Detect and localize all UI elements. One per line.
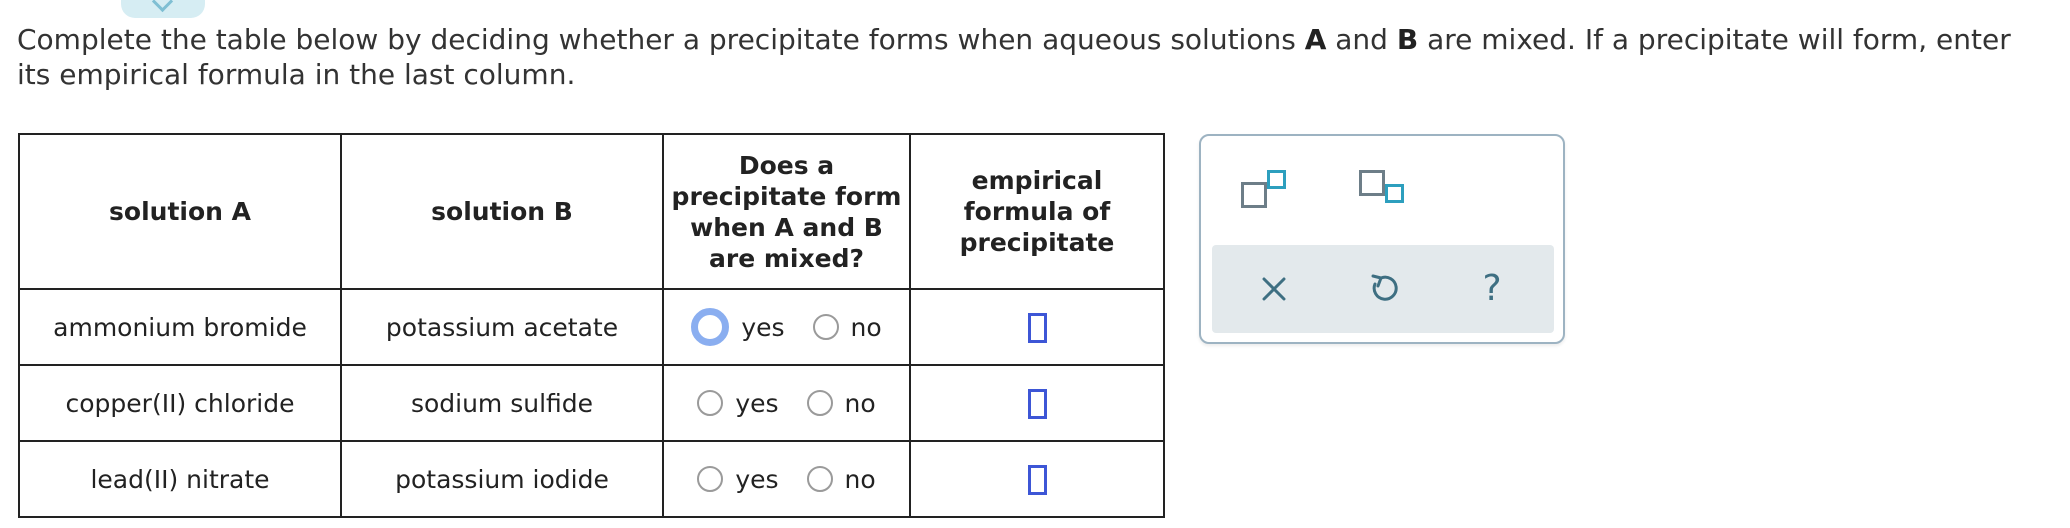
header-precipitate-forms: Does a precipitate form when A and B are… xyxy=(662,133,911,290)
radio-circle[interactable] xyxy=(691,308,730,346)
cell-solution-a: ammonium bromide xyxy=(18,288,342,366)
table-row: lead(II) nitrate potassium iodide yes no xyxy=(18,440,1165,518)
help-icon[interactable]: ? xyxy=(1470,267,1514,311)
header-solution-b: solution B xyxy=(340,133,664,290)
no-label: no xyxy=(844,388,876,418)
table-header-row: solution A solution B Does a precipitate… xyxy=(18,133,1165,290)
radio-circle[interactable] xyxy=(697,466,724,492)
collapse-tab[interactable] xyxy=(121,0,205,18)
subscript-icon xyxy=(1359,170,1385,196)
header-line: when A and B xyxy=(690,212,883,242)
header-line: formula of xyxy=(963,197,1111,226)
cell-formula xyxy=(909,364,1165,442)
formula-input[interactable] xyxy=(1027,388,1047,419)
header-line: empirical xyxy=(971,166,1103,195)
header-empirical-formula: empirical formula of precipitate xyxy=(909,133,1165,290)
action-bar: ? xyxy=(1212,245,1554,333)
cell-precipitate-choice: yes no xyxy=(662,440,911,518)
yes-label: yes xyxy=(741,312,785,342)
cell-formula xyxy=(909,288,1165,366)
formula-input[interactable] xyxy=(1027,464,1047,495)
superscript-box-icon xyxy=(1267,170,1286,189)
cell-solution-a: lead(II) nitrate xyxy=(18,440,342,518)
table-row: ammonium bromide potassium acetate yes n… xyxy=(18,288,1165,366)
no-radio[interactable]: no xyxy=(806,464,876,494)
chevron-down-icon xyxy=(151,0,174,13)
yes-radio[interactable]: yes xyxy=(697,464,779,494)
question-prompt: Complete the table below by deciding whe… xyxy=(17,22,2047,92)
undo-icon[interactable] xyxy=(1361,267,1405,311)
cell-formula xyxy=(909,440,1165,518)
yes-radio[interactable]: yes xyxy=(691,308,785,346)
yes-radio[interactable]: yes xyxy=(697,388,779,418)
header-line: are mixed? xyxy=(709,243,864,273)
header-line: precipitate xyxy=(959,228,1115,257)
cell-solution-a: copper(II) chloride xyxy=(18,364,342,442)
header-solution-a: solution A xyxy=(18,133,342,290)
no-radio[interactable]: no xyxy=(812,312,882,342)
cell-precipitate-choice: yes no xyxy=(662,364,911,442)
cell-solution-b: sodium sulfide xyxy=(340,364,664,442)
no-label: no xyxy=(850,312,882,342)
radio-circle[interactable] xyxy=(806,390,833,416)
radio-group: yes no xyxy=(664,389,909,418)
table-row: copper(II) chloride sodium sulfide yes n… xyxy=(18,364,1165,442)
subscript-button[interactable] xyxy=(1355,168,1411,210)
radio-circle[interactable] xyxy=(812,314,839,340)
no-label: no xyxy=(844,464,876,494)
clear-icon[interactable] xyxy=(1252,267,1296,311)
yes-label: yes xyxy=(735,388,779,418)
prompt-solution-a: A xyxy=(1304,23,1327,56)
radio-circle[interactable] xyxy=(806,466,833,492)
formula-input[interactable] xyxy=(1027,312,1047,343)
subscript-box-icon xyxy=(1385,184,1404,203)
radio-group: yes no xyxy=(664,465,909,494)
formula-palette: ? xyxy=(1199,134,1565,344)
header-line: Does a xyxy=(738,150,835,180)
precipitate-table: solution A solution B Does a precipitate… xyxy=(18,133,1165,518)
superscript-icon xyxy=(1241,182,1267,208)
cell-precipitate-choice: yes no xyxy=(662,288,911,366)
cell-solution-b: potassium acetate xyxy=(340,288,664,366)
header-line: precipitate form xyxy=(671,181,902,211)
prompt-text: Complete the table below by deciding whe… xyxy=(17,23,1305,56)
prompt-text: and xyxy=(1326,23,1397,56)
no-radio[interactable]: no xyxy=(806,388,876,418)
prompt-solution-b: B xyxy=(1396,23,1419,56)
yes-label: yes xyxy=(735,464,779,494)
cell-solution-b: potassium iodide xyxy=(340,440,664,518)
superscript-button[interactable] xyxy=(1237,168,1293,210)
radio-circle[interactable] xyxy=(697,390,724,416)
radio-group: yes no xyxy=(664,308,909,346)
